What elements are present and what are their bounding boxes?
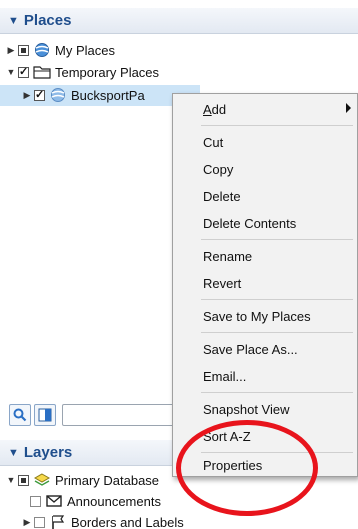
- panel-icon: [38, 408, 52, 422]
- layers-panel-title: Layers: [23, 444, 73, 461]
- menu-item-label: Revert: [203, 275, 242, 291]
- menu-item-revert[interactable]: Revert: [173, 270, 357, 296]
- collapse-triangle-icon[interactable]: ▼: [8, 447, 19, 459]
- search-icon: [13, 408, 27, 422]
- menu-item-snapshot-view[interactable]: Snapshot View: [173, 396, 357, 422]
- temporary-places-checkbox[interactable]: [18, 65, 29, 78]
- expand-arrow-icon[interactable]: ▶: [22, 90, 32, 101]
- menu-item-delete[interactable]: Delete: [173, 183, 357, 209]
- tree-item-borders-labels[interactable]: ▶ Borders and Labels: [22, 512, 184, 529]
- expand-arrow-icon[interactable]: ▶: [6, 45, 16, 56]
- menu-item-copy[interactable]: Copy: [173, 156, 357, 182]
- menu-item-label: Rename: [203, 248, 253, 264]
- tree-item-bucksport[interactable]: ▶ BucksportPa: [22, 85, 145, 105]
- collapse-triangle-icon[interactable]: ▼: [8, 15, 19, 27]
- menu-item-add[interactable]: Add: [173, 96, 357, 122]
- menu-item-save-to-my-places[interactable]: Save to My Places: [173, 303, 357, 329]
- bucksport-checkbox[interactable]: [34, 88, 45, 101]
- menu-item-label: Delete Contents: [203, 215, 297, 231]
- menu-item-label: Copy: [203, 161, 234, 177]
- toggle-panel-button[interactable]: [34, 404, 56, 426]
- tree-item-temporary-places[interactable]: ▼ Temporary Places: [6, 62, 160, 82]
- menu-separator: [201, 332, 353, 333]
- menu-separator: [201, 125, 353, 126]
- tree-item-label: Temporary Places: [55, 64, 160, 80]
- menu-item-label: dd: [211, 101, 227, 117]
- menu-item-label: Save to My Places: [203, 308, 311, 324]
- tree-item-label: BucksportPa: [71, 87, 145, 103]
- places-panel-title: Places: [23, 12, 72, 29]
- menu-separator: [201, 392, 353, 393]
- menu-item-properties[interactable]: Properties: [173, 452, 357, 478]
- context-menu: Add Cut Copy Delete Delete Contents Rena…: [172, 93, 358, 477]
- tree-item-my-places[interactable]: ▶ My Places: [6, 40, 115, 60]
- menu-item-accel: A: [203, 101, 212, 117]
- menu-separator: [201, 239, 353, 240]
- menu-item-label: Cut: [203, 134, 224, 150]
- tree-item-primary-database[interactable]: ▼ Primary Database: [6, 470, 160, 490]
- collapse-arrow-icon[interactable]: ▼: [6, 475, 16, 485]
- menu-item-label: Properties: [203, 457, 263, 473]
- menu-item-email[interactable]: Email...: [173, 363, 357, 389]
- menu-item-sort-az[interactable]: Sort A-Z: [173, 423, 357, 449]
- expand-arrow-icon[interactable]: ▶: [22, 517, 32, 528]
- menu-item-label: Save Place As...: [203, 341, 298, 357]
- envelope-icon: [46, 495, 62, 507]
- folder-icon: [33, 66, 51, 79]
- my-places-checkbox[interactable]: [18, 44, 29, 56]
- menu-item-save-place-as[interactable]: Save Place As...: [173, 336, 357, 362]
- globe-icon: [35, 43, 49, 57]
- tree-item-label: Announcements: [67, 493, 161, 509]
- submenu-arrow-icon: [346, 103, 351, 113]
- flag-icon: [52, 515, 65, 529]
- tree-item-label: My Places: [55, 42, 115, 58]
- tree-item-label: Borders and Labels: [71, 514, 184, 529]
- search-button[interactable]: [9, 404, 31, 426]
- menu-item-cut[interactable]: Cut: [173, 129, 357, 155]
- google-earth-sidebar: ▼ Places ▶ My Places ▼ Temporary Places …: [0, 0, 358, 529]
- tree-item-label: Primary Database: [55, 472, 160, 488]
- places-panel-header[interactable]: ▼ Places: [0, 8, 358, 34]
- places-search-input[interactable]: [62, 404, 182, 426]
- announcements-checkbox[interactable]: [30, 495, 41, 507]
- menu-item-label: Email...: [203, 368, 247, 384]
- menu-item-delete-contents[interactable]: Delete Contents: [173, 210, 357, 236]
- tree-item-announcements[interactable]: Announcements: [30, 491, 161, 511]
- primary-database-checkbox[interactable]: [18, 474, 29, 486]
- menu-item-label: Snapshot View: [203, 401, 290, 417]
- menu-item-rename[interactable]: Rename: [173, 243, 357, 269]
- globe-icon: [51, 88, 65, 102]
- menu-item-label: Sort A-Z: [203, 428, 251, 444]
- borders-labels-checkbox[interactable]: [34, 516, 45, 528]
- menu-separator: [201, 299, 353, 300]
- collapse-arrow-icon[interactable]: ▼: [6, 67, 16, 77]
- layers-icon: [33, 473, 51, 486]
- menu-item-label: Delete: [203, 188, 241, 204]
